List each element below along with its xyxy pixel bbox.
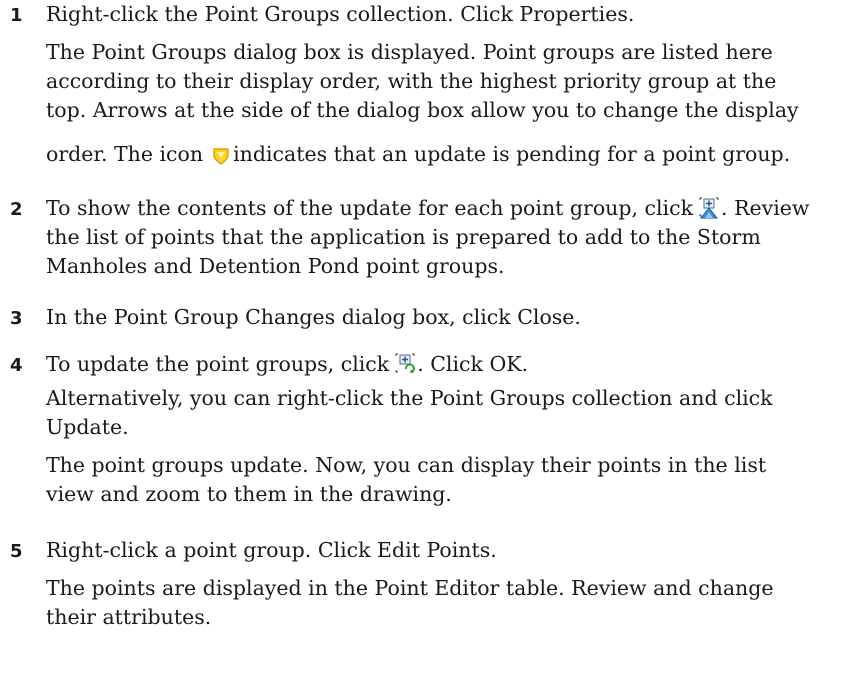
step-result-line: according to their display order, with t… [46, 69, 777, 93]
step-action-line: the list of points that the application … [46, 225, 761, 249]
step-action-text: . Review [721, 196, 810, 220]
update-point-groups-icon [393, 351, 417, 383]
step-action-text: To show the contents of the update for e… [46, 196, 694, 220]
step-alt-line: Update. [46, 415, 129, 439]
step-number: 5 [10, 541, 23, 562]
step-action: Right-click a point group. Click Edit Po… [46, 538, 497, 562]
step-action: Right-click the Point Groups collection.… [46, 2, 635, 26]
step-result-line: view and zoom to them in the drawing. [46, 482, 452, 506]
step-action: To update the point groups, click . Click… [46, 350, 846, 383]
step-result-line: The Point Groups dialog box is displayed… [46, 40, 773, 64]
step-result-text: indicates that an update is pending for … [233, 142, 791, 166]
step-action-text: . Click OK. [417, 352, 529, 376]
step-result-text: order. The icon [46, 142, 204, 166]
step-number: 4 [10, 355, 23, 376]
step-result-line: order. The icon indicates that an update … [46, 140, 846, 173]
step-action: In the Point Group Changes dialog box, c… [46, 305, 581, 329]
step-alt-line: Alternatively, you can right-click the P… [46, 386, 773, 410]
step-result-line: top. Arrows at the side of the dialog bo… [46, 98, 799, 122]
step-number: 1 [10, 5, 23, 26]
step-action-line: Manholes and Detention Pond point groups… [46, 254, 505, 278]
step-number: 3 [10, 308, 23, 329]
step-number: 2 [10, 199, 23, 220]
step-result-line: their attributes. [46, 605, 212, 629]
step-result-line: The points are displayed in the Point Ed… [46, 576, 774, 600]
step-result-line: The point groups update. Now, you can di… [46, 453, 767, 477]
step-action-text: To update the point groups, click [46, 352, 390, 376]
update-pending-icon [213, 144, 229, 173]
